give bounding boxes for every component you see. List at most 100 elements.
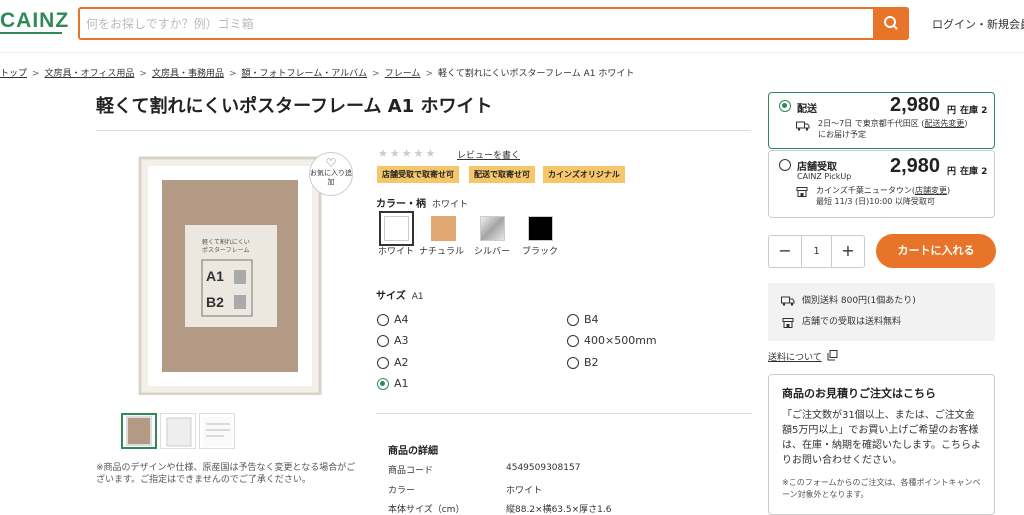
header-divider <box>0 52 1024 53</box>
thumbnail-package-image <box>166 417 192 447</box>
qty-minus-button[interactable]: − <box>769 236 801 267</box>
size-option-a1[interactable]: A1 <box>394 377 409 390</box>
breadcrumb-stationery[interactable]: 文房具・事務用品 <box>152 69 224 79</box>
swatch-natural[interactable] <box>431 216 456 241</box>
store-stock: 在庫 2 <box>960 167 988 177</box>
store-pickup-radio[interactable] <box>779 159 791 171</box>
size-option-a4[interactable]: A4 <box>394 313 409 326</box>
swatch-label-silver: シルバー <box>473 247 510 257</box>
delivery-label: 配送 <box>797 104 817 115</box>
qty-plus-button[interactable]: + <box>832 236 864 267</box>
qty-input[interactable]: 1 <box>801 236 832 267</box>
size-option-a3[interactable]: A3 <box>394 334 409 347</box>
logo-underline <box>0 32 62 34</box>
color-value: ホワイト <box>432 200 469 210</box>
store-name: カインズ千葉ニュータウン(店舗変更) <box>816 186 951 195</box>
thumbnail-2[interactable] <box>160 413 196 449</box>
rating-stars: ★★★★★ <box>378 147 438 160</box>
breadcrumb-stationery-office[interactable]: 文房具・オフィス用品 <box>45 69 135 79</box>
delivery-yen: 円 <box>947 106 957 116</box>
delivery-radio[interactable] <box>779 100 791 112</box>
swatch-silver[interactable] <box>480 216 505 241</box>
swatch-black[interactable] <box>528 216 553 241</box>
color-label: カラー・柄 ホワイト <box>376 199 469 210</box>
delivery-estimate-2: にお届け予定 <box>818 130 866 139</box>
size-radio-a2[interactable] <box>377 357 389 369</box>
thumbnail-3[interactable] <box>199 413 235 449</box>
swatch-white[interactable] <box>379 211 414 246</box>
size-label: サイズ A1 <box>376 291 424 302</box>
favorite-label: お気に入り追加 <box>310 169 352 186</box>
swatch-label-white: ホワイト <box>377 247 414 257</box>
size-option-b2[interactable]: B2 <box>584 356 599 369</box>
truck-icon <box>781 296 795 306</box>
image-text-a1: A1 <box>206 268 224 284</box>
breadcrumb-top[interactable]: トップ <box>0 69 27 79</box>
size-radio-b4[interactable] <box>567 314 579 326</box>
size-value: A1 <box>411 292 424 302</box>
quote-text: 「ご注文数が31個以上、または、ご注文金額5万円以上」でお買い上げご希望のお客様… <box>782 410 981 466</box>
heart-icon: ♡ <box>325 156 337 170</box>
size-option-400x500[interactable]: 400×500mm <box>584 334 657 347</box>
badge-cainz-original: カインズオリジナル <box>543 166 625 183</box>
login-link[interactable]: ログイン・新規会員 <box>932 16 1024 32</box>
delivery-stock: 在庫 2 <box>960 106 988 116</box>
detail-key-code: 商品コード <box>388 466 434 476</box>
image-text-line1: 軽くて割れにくい <box>202 238 250 246</box>
breadcrumb: トップ > 文房具・オフィス用品 > 文房具・事務用品 > 額・フォトフレーム・アルバム > フ… <box>0 69 635 79</box>
store-pickup-date: 最短 11/3 (日)10:00 以降受取可 <box>816 197 935 206</box>
store-price: 2,980 <box>890 155 941 177</box>
size-radio-a3[interactable] <box>377 335 389 347</box>
image-text-b2: B2 <box>206 294 224 310</box>
swatch-label-black: ブラック <box>521 247 558 257</box>
store-pickup-free: 店舗での受取は送料無料 <box>802 317 902 327</box>
change-destination-link[interactable]: 配送先変更 <box>924 119 964 128</box>
search-button[interactable] <box>873 7 909 40</box>
shipping-info-link[interactable]: 送料について <box>768 350 822 363</box>
thumbnail-spec-image <box>203 417 233 447</box>
breadcrumb-current: 軽くて割れにくいポスターフレーム A1 ホワイト <box>437 69 635 79</box>
truck-icon <box>796 121 810 131</box>
favorite-button[interactable]: ♡ お気に入り追加 <box>309 152 353 196</box>
store-pickup-sub: CAINZ PickUp <box>797 172 852 181</box>
badge-delivery-order: 配送で取寄せ可 <box>469 166 535 183</box>
store-icon <box>796 187 808 197</box>
cainz-logo[interactable]: CAINZ <box>0 9 69 33</box>
details-heading: 商品の詳細 <box>388 446 438 457</box>
shipping-info <box>768 283 995 341</box>
change-store-link[interactable]: 店舗変更 <box>915 186 947 195</box>
size-option-b4[interactable]: B4 <box>584 313 599 326</box>
external-window-icon <box>827 350 838 361</box>
page-title: 軽くて割れにくいポスターフレーム A1 ホワイト <box>96 96 493 117</box>
detail-key-size: 本体サイズ（cm） <box>388 505 465 515</box>
size-radio-b2[interactable] <box>567 357 579 369</box>
detail-value-color: ホワイト <box>506 486 543 496</box>
size-radio-a4[interactable] <box>377 314 389 326</box>
write-review-link[interactable]: レビューを書く <box>457 148 520 161</box>
search-icon <box>884 16 898 30</box>
breadcrumb-frames-albums[interactable]: 額・フォトフレーム・アルバム <box>242 69 368 79</box>
store-yen: 円 <box>947 167 957 177</box>
quantity-stepper: − 1 + <box>768 235 865 268</box>
shipping-fee: 個別送料 800円(1個あたり) <box>802 296 916 306</box>
size-radio-400x500[interactable] <box>567 335 579 347</box>
badge-store-order: 店舗受取で取寄せ可 <box>377 166 459 183</box>
image-text-line2: ポスターフレーム <box>202 246 249 254</box>
quote-note: ※このフォームからのご注文は、各種ポイントキャンペーン対象外となります。 <box>782 478 981 499</box>
quote-heading: 商品のお見積りご注文はこちら <box>782 387 936 400</box>
add-to-cart-button[interactable]: カートに入れる <box>876 234 996 268</box>
size-radio-a1[interactable] <box>377 378 389 390</box>
title-divider <box>96 130 751 131</box>
search-input[interactable] <box>86 14 866 34</box>
store-icon <box>782 318 794 328</box>
detail-key-color: カラー <box>388 486 416 496</box>
delivery-price: 2,980 <box>890 94 941 116</box>
delivery-estimate: 2日〜7日 で東京都千代田区 (配送先変更) <box>818 119 968 128</box>
swatch-label-natural: ナチュラル <box>419 247 465 257</box>
details-divider <box>376 413 752 414</box>
thumbnail-1[interactable] <box>121 413 157 449</box>
detail-value-size: 縦88.2×横63.5×厚さ1.6 <box>506 505 612 515</box>
breadcrumb-frame[interactable]: フレーム <box>385 69 421 79</box>
product-disclaimer: ※商品のデザインや仕様、原産国は予告なく変更となる場合がございます。ご指定はでき… <box>96 463 356 485</box>
size-option-a2[interactable]: A2 <box>394 356 409 369</box>
